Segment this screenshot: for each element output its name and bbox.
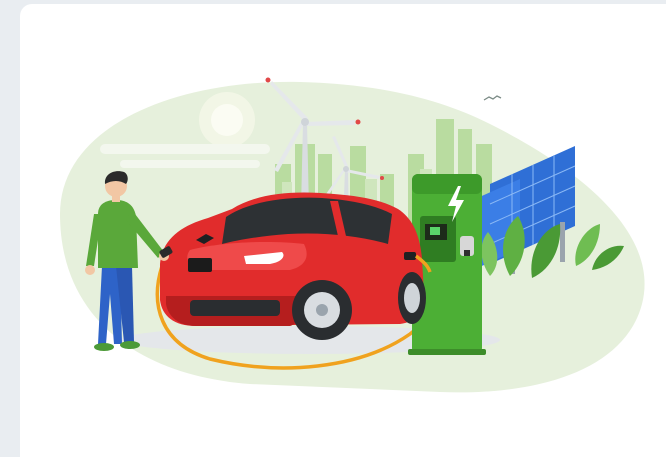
cloud xyxy=(100,144,270,154)
rear-wheel xyxy=(398,272,426,324)
ev-charging-illustration xyxy=(60,77,645,393)
sun-icon xyxy=(199,92,255,148)
bird-icon xyxy=(483,95,502,101)
cloud xyxy=(120,160,260,168)
front-wheel xyxy=(292,280,352,340)
illustration-card xyxy=(20,4,666,457)
license-plate xyxy=(188,258,212,272)
